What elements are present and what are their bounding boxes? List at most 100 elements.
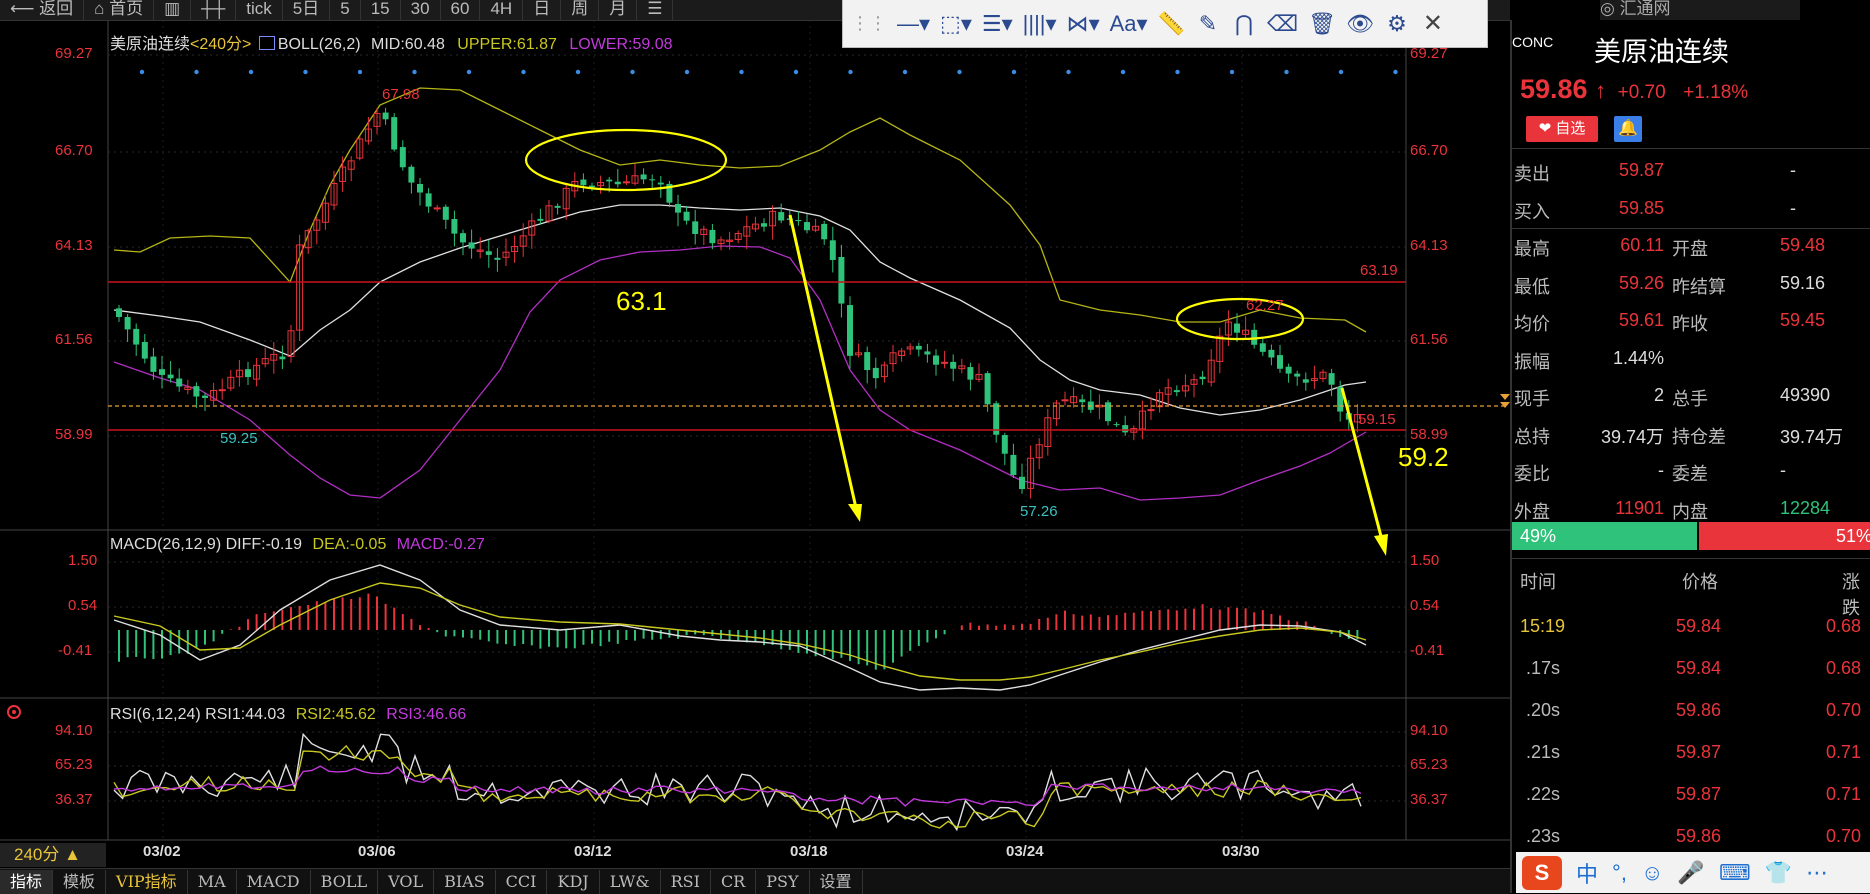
y-tick-left: 69.27: [55, 45, 93, 62]
emoji-icon[interactable]: ☺: [1641, 860, 1663, 886]
y-tick-right: 69.27: [1410, 45, 1448, 62]
trash-icon[interactable]: 🗑: [1308, 9, 1336, 39]
tab-8[interactable]: CCI: [496, 869, 548, 894]
candle-body: [761, 223, 767, 227]
event-marker[interactable]: [1393, 69, 1398, 75]
event-marker[interactable]: [1284, 69, 1289, 75]
settings-icon[interactable]: ⚙: [1384, 9, 1410, 39]
eraser-icon[interactable]: ⌫: [1267, 9, 1298, 39]
tab-9[interactable]: KDJ: [547, 869, 600, 894]
rectangle-icon[interactable]: ⬚▾: [940, 9, 972, 39]
toolbar-item-3[interactable]: ┼┼: [191, 0, 237, 20]
event-marker[interactable]: [1066, 69, 1071, 75]
tab-4[interactable]: MACD: [237, 869, 311, 894]
toolbar-item-11[interactable]: 日: [523, 0, 562, 20]
toolbar-item-2[interactable]: ▥: [154, 0, 192, 20]
horizontal-line-icon[interactable]: —▾: [897, 9, 930, 39]
keyboard-icon[interactable]: ⌨: [1719, 860, 1751, 886]
event-marker[interactable]: [521, 69, 526, 75]
annotation-text-63[interactable]: 63.1: [616, 286, 667, 317]
punctuation-icon[interactable]: °,: [1612, 860, 1627, 886]
y-tick-left: 64.13: [55, 237, 93, 254]
pen-icon[interactable]: ✎: [1195, 9, 1221, 39]
tab-10[interactable]: LW&: [600, 869, 661, 894]
tab-3[interactable]: MA: [188, 869, 237, 894]
toolbar-item-9[interactable]: 60: [441, 0, 481, 20]
event-marker[interactable]: [793, 69, 799, 75]
ruler-icon[interactable]: 📏: [1158, 9, 1185, 39]
tab-14[interactable]: 设置: [810, 869, 863, 894]
sogou-logo-icon[interactable]: S: [1522, 855, 1562, 890]
toolbar-item-8[interactable]: 30: [401, 0, 441, 20]
toolbar-item-label: 30: [410, 0, 430, 18]
tab-0[interactable]: 指标: [0, 869, 54, 894]
event-marker[interactable]: [303, 69, 308, 75]
timeframe-selector[interactable]: 240分 ▲: [0, 843, 106, 867]
event-marker[interactable]: [575, 69, 581, 75]
event-marker[interactable]: [1120, 69, 1126, 75]
toolbar-item-1[interactable]: ⌂ 首页: [84, 0, 155, 20]
x-tick: 03/02: [143, 843, 181, 860]
toolbar-item-0[interactable]: ⟵ 返回: [0, 0, 85, 20]
tab-1[interactable]: 模板: [53, 869, 107, 894]
tab-6[interactable]: VOL: [378, 869, 435, 894]
event-marker[interactable]: [412, 69, 417, 75]
toolbar-item-4[interactable]: tick: [236, 0, 283, 20]
watchlist-button[interactable]: ❤ 自选: [1526, 116, 1598, 142]
tab-13[interactable]: PSY: [756, 869, 810, 894]
event-marker[interactable]: [684, 69, 690, 75]
event-marker[interactable]: [957, 69, 962, 75]
close-icon[interactable]: ✕: [1420, 9, 1446, 39]
toolbar-item-5[interactable]: 5日: [283, 0, 331, 20]
event-marker[interactable]: [357, 69, 363, 75]
candle-body: [554, 205, 561, 208]
toolbar-item-12[interactable]: 周: [561, 0, 600, 20]
toolbar-item-10[interactable]: 4H: [480, 0, 524, 20]
candle-body: [218, 389, 226, 392]
mic-icon[interactable]: 🎤: [1677, 860, 1704, 886]
eye-icon[interactable]: 👁: [1346, 9, 1374, 39]
more-icon[interactable]: ⋯: [1806, 860, 1828, 886]
candle-body: [692, 221, 699, 234]
tab-7[interactable]: BIAS: [434, 869, 496, 894]
toolbar-item-7[interactable]: 15: [361, 0, 401, 20]
event-marker[interactable]: [739, 69, 744, 75]
toolbar-item-6[interactable]: 5: [330, 0, 361, 20]
huitong-link[interactable]: ◎ 汇通网: [1600, 0, 1800, 20]
event-marker[interactable]: [248, 69, 254, 75]
event-marker[interactable]: [848, 69, 853, 75]
tick-row: 15:19 59.84 0.68: [1512, 610, 1870, 646]
text-tool-icon[interactable]: Aa▾: [1110, 9, 1148, 39]
toolbar-item-14[interactable]: ☰: [637, 0, 674, 20]
skin-icon[interactable]: 👕: [1765, 860, 1792, 886]
boll-indicator-icon[interactable]: [258, 36, 275, 50]
period-selector[interactable]: <240分>: [190, 36, 251, 53]
alert-bell-button[interactable]: 🔔: [1614, 116, 1642, 142]
toolbar-item-label: 首页: [109, 0, 144, 18]
toolbar-item-13[interactable]: 月: [599, 0, 638, 20]
ime-chinese-icon[interactable]: 中: [1576, 857, 1598, 889]
annotation-text-59[interactable]: 59.2: [1398, 442, 1449, 473]
event-marker[interactable]: [1338, 69, 1344, 75]
event-marker[interactable]: [466, 69, 472, 75]
tab-5[interactable]: BOLL: [311, 869, 379, 894]
drag-handle-icon[interactable]: ⋮⋮: [851, 9, 887, 39]
event-marker[interactable]: [1175, 69, 1180, 75]
event-marker[interactable]: [1011, 69, 1017, 75]
event-marker[interactable]: [139, 69, 145, 75]
event-marker[interactable]: [630, 69, 635, 75]
parallel-lines-icon[interactable]: ||||▾: [1023, 9, 1057, 39]
event-marker[interactable]: [194, 69, 199, 75]
event-marker[interactable]: [1229, 69, 1235, 75]
indicator-tabbar: 指标 模板 VIP指标 MA MACD BOLL VOL BIAS CCI KDJ LW& RSI CR…: [0, 868, 1510, 894]
tab-2[interactable]: VIP指标: [106, 869, 188, 894]
y-tick-left: 66.70: [55, 142, 93, 159]
fibonacci-icon[interactable]: ☰▾: [982, 9, 1013, 39]
magnet-icon[interactable]: ⋂: [1231, 9, 1257, 39]
pattern-icon[interactable]: ⋈▾: [1067, 9, 1100, 39]
tab-11[interactable]: RSI: [661, 869, 711, 894]
tab-12[interactable]: CR: [711, 869, 757, 894]
candle-body: [675, 203, 681, 213]
event-marker[interactable]: [902, 69, 908, 75]
quote-value: 11901: [1615, 497, 1664, 518]
